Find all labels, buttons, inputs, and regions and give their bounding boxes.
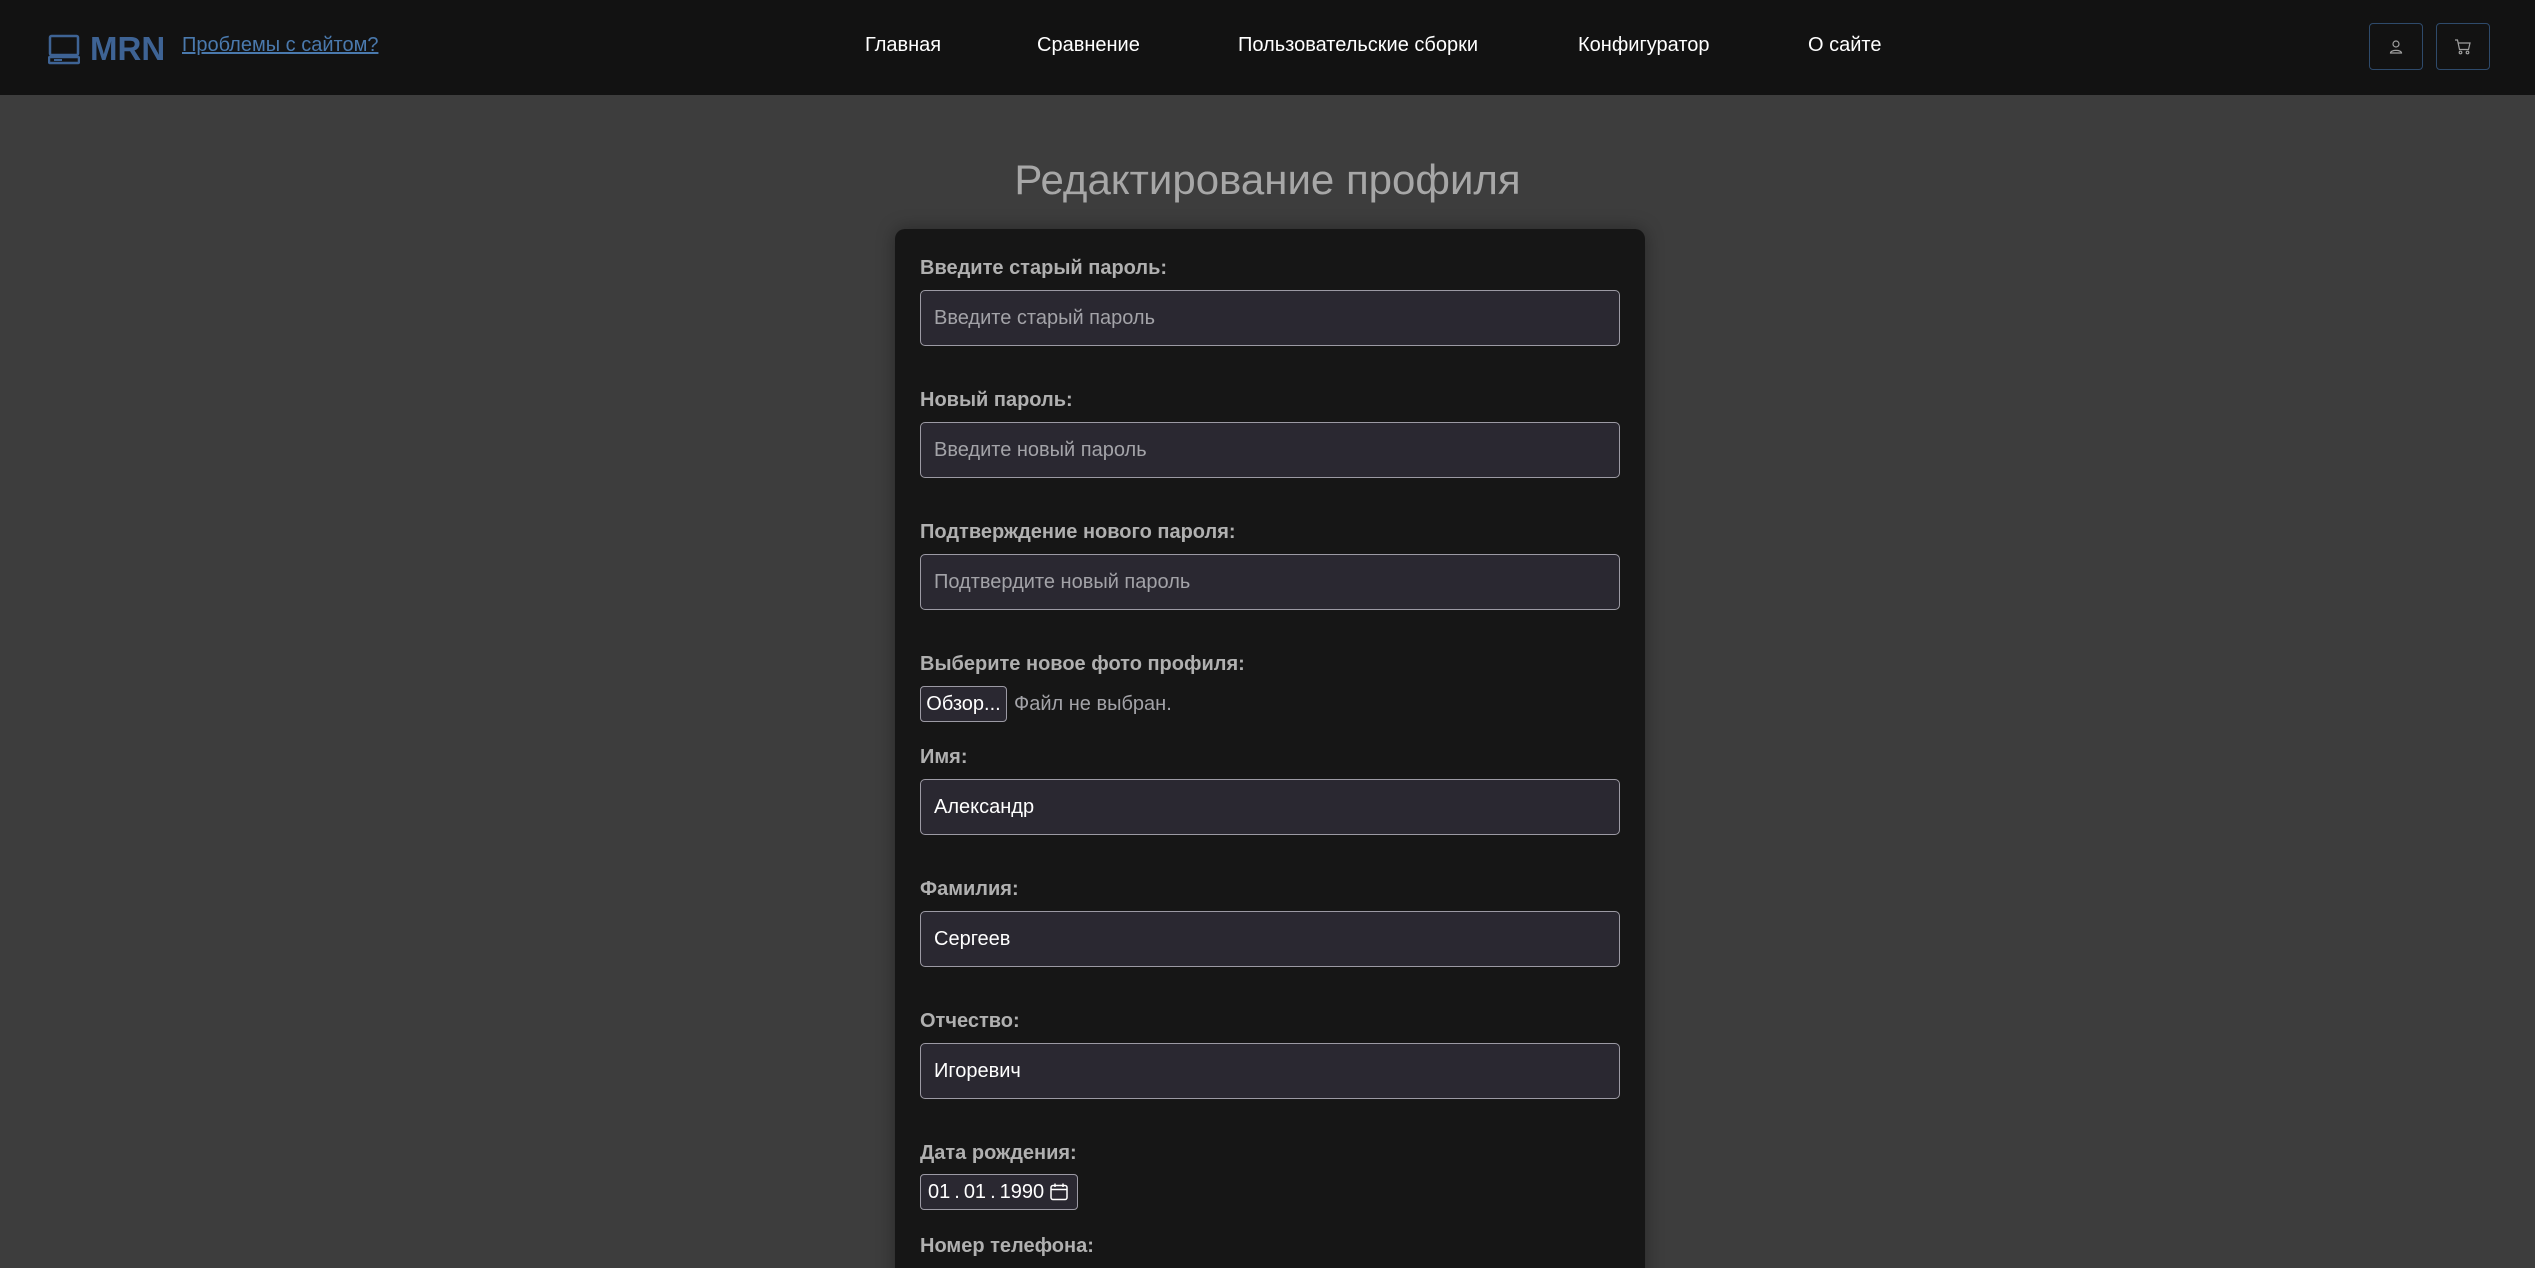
photo-label: Выберите новое фото профиля: (920, 653, 1245, 675)
nav-home[interactable]: Главная (865, 34, 941, 57)
birth-date-input[interactable]: 01 . 01 . 1990 (920, 1174, 1078, 1210)
user-icon (2389, 39, 2403, 54)
cart-icon (2455, 38, 2471, 54)
first-name-input[interactable] (920, 779, 1620, 835)
birth-day: 01 (928, 1180, 951, 1203)
nav-about[interactable]: О сайте (1808, 34, 1881, 57)
browse-file-button[interactable]: Обзор... (920, 686, 1007, 722)
confirm-password-label: Подтверждение нового пароля: (920, 521, 1236, 543)
calendar-icon[interactable] (1049, 1182, 1069, 1202)
nav-compare[interactable]: Сравнение (1037, 34, 1140, 57)
new-password-label: Новый пароль: (920, 389, 1073, 411)
last-name-label: Фамилия: (920, 878, 1019, 900)
profile-form-card: Введите старый пароль: Новый пароль: Под… (895, 229, 1645, 1268)
patronymic-label: Отчество: (920, 1010, 1020, 1032)
old-password-input[interactable] (920, 290, 1620, 346)
top-navbar: MRN Проблемы с сайтом? Главная Сравнение… (0, 0, 2535, 95)
birth-month: 01 (963, 1180, 987, 1203)
nav-configurator[interactable]: Конфигуратор (1578, 34, 1710, 57)
last-name-input[interactable] (920, 911, 1620, 967)
old-password-label: Введите старый пароль: (920, 257, 1168, 279)
confirm-password-input[interactable] (920, 554, 1620, 610)
nav-user-builds[interactable]: Пользовательские сборки (1238, 34, 1478, 57)
file-status: Файл не выбран. (1014, 693, 1172, 715)
page-title: Редактирование профиля (1014, 156, 1521, 203)
birth-date-label: Дата рождения: (920, 1142, 1077, 1164)
date-separator: . (990, 1180, 996, 1203)
profile-button[interactable] (2369, 23, 2423, 70)
birth-year: 1990 (999, 1180, 1045, 1203)
patronymic-input[interactable] (920, 1043, 1620, 1099)
new-password-input[interactable] (920, 422, 1620, 478)
first-name-label: Имя: (920, 746, 968, 768)
phone-label: Номер телефона: (920, 1235, 1094, 1257)
main-nav: Главная Сравнение Пользовательские сборк… (0, 34, 2535, 64)
date-separator: . (954, 1180, 960, 1203)
cart-button[interactable] (2436, 23, 2490, 70)
